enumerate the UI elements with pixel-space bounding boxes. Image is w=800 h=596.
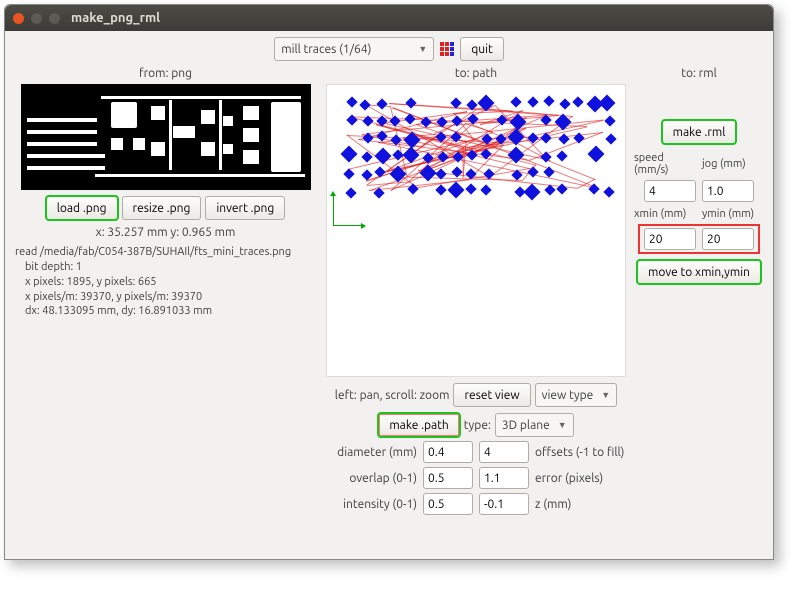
type-label: type:	[464, 419, 491, 432]
info-ppm: x pixels/m: 39370, y pixels/m: 39370	[15, 290, 291, 305]
chevron-down-icon: ▼	[558, 420, 567, 430]
info-pixels: x pixels: 1895, y pixels: 665	[15, 275, 291, 290]
rml-header: to: rml	[681, 67, 716, 80]
reset-view-button[interactable]: reset view	[453, 383, 530, 407]
offsets-input[interactable]	[479, 441, 529, 463]
toolpath-mode-value: mill traces (1/64)	[281, 43, 371, 56]
path-type-value: 3D plane	[502, 419, 550, 432]
origin-inputs-highlight	[638, 224, 760, 254]
offsets-label: offsets (-1 to fill)	[535, 446, 626, 459]
ymin-input[interactable]	[702, 228, 754, 250]
quit-button[interactable]: quit	[460, 37, 504, 61]
content-area: mill traces (1/64) ▼ quit from: png	[5, 31, 773, 521]
z-input[interactable]	[479, 493, 529, 515]
info-file: read /media/fab/C054-387B/SUHAIl/fts_min…	[15, 245, 291, 260]
png-header: from: png	[139, 67, 192, 80]
cursor-readout: x: 35.257 mm y: 0.965 mm	[96, 226, 236, 239]
view-type-select[interactable]: view type ▼	[535, 383, 618, 407]
make-rml-button[interactable]: make .rml	[662, 120, 737, 144]
intensity-label: intensity (0-1)	[326, 498, 417, 511]
xmin-input[interactable]	[644, 228, 696, 250]
rml-panel: to: rml make .rml speed (mm/s) jog (mm) …	[634, 67, 764, 515]
window-close-icon[interactable]	[13, 13, 24, 24]
path-preview[interactable]	[326, 84, 626, 377]
diameter-input[interactable]	[423, 441, 473, 463]
toolpath-mode-select[interactable]: mill traces (1/64) ▼	[274, 37, 434, 61]
grid-color-icon[interactable]	[440, 42, 454, 56]
xmin-label: xmin (mm)	[634, 208, 696, 220]
png-panel: from: png	[13, 67, 318, 515]
resize-png-button[interactable]: resize .png	[122, 196, 202, 220]
load-png-button[interactable]: load .png	[46, 196, 118, 220]
path-header: to: path	[455, 67, 497, 80]
ymin-label: ymin (mm)	[702, 208, 764, 220]
make-path-button[interactable]: make .path	[378, 413, 459, 437]
toolpath-visualization	[345, 99, 615, 195]
window-title: make_png_rml	[71, 11, 160, 25]
diameter-label: diameter (mm)	[326, 446, 417, 459]
pan-hint: left: pan, scroll: zoom	[335, 389, 450, 402]
intensity-input[interactable]	[423, 493, 473, 515]
titlebar: make_png_rml	[5, 5, 773, 31]
png-info: read /media/fab/C054-387B/SUHAIl/fts_min…	[13, 245, 291, 319]
info-bitdepth: bit depth: 1	[15, 260, 291, 275]
move-to-origin-button[interactable]: move to xmin,ymin	[637, 260, 761, 284]
invert-png-button[interactable]: invert .png	[205, 196, 285, 220]
view-type-label: view type	[542, 389, 594, 402]
speed-label: speed (mm/s)	[634, 152, 696, 176]
chevron-down-icon: ▼	[601, 390, 610, 400]
path-type-select[interactable]: 3D plane ▼	[495, 413, 574, 437]
window-minimize-icon[interactable]	[31, 13, 42, 24]
speed-input[interactable]	[644, 180, 696, 202]
chevron-down-icon: ▼	[418, 44, 427, 54]
overlap-label: overlap (0-1)	[326, 472, 417, 485]
error-label: error (pixels)	[535, 472, 626, 485]
path-panel: to: path left: pan, scroll: zoom reset v…	[326, 67, 626, 515]
z-label: z (mm)	[535, 498, 626, 511]
jog-input[interactable]	[702, 180, 754, 202]
top-toolbar: mill traces (1/64) ▼ quit	[13, 37, 765, 61]
app-window: make_png_rml mill traces (1/64) ▼ quit f…	[4, 4, 774, 560]
png-preview	[21, 84, 311, 190]
overlap-input[interactable]	[423, 467, 473, 489]
window-maximize-icon[interactable]	[49, 13, 60, 24]
jog-label: jog (mm)	[702, 158, 764, 170]
error-input[interactable]	[479, 467, 529, 489]
info-dims: dx: 48.133095 mm, dy: 16.891033 mm	[15, 304, 291, 319]
